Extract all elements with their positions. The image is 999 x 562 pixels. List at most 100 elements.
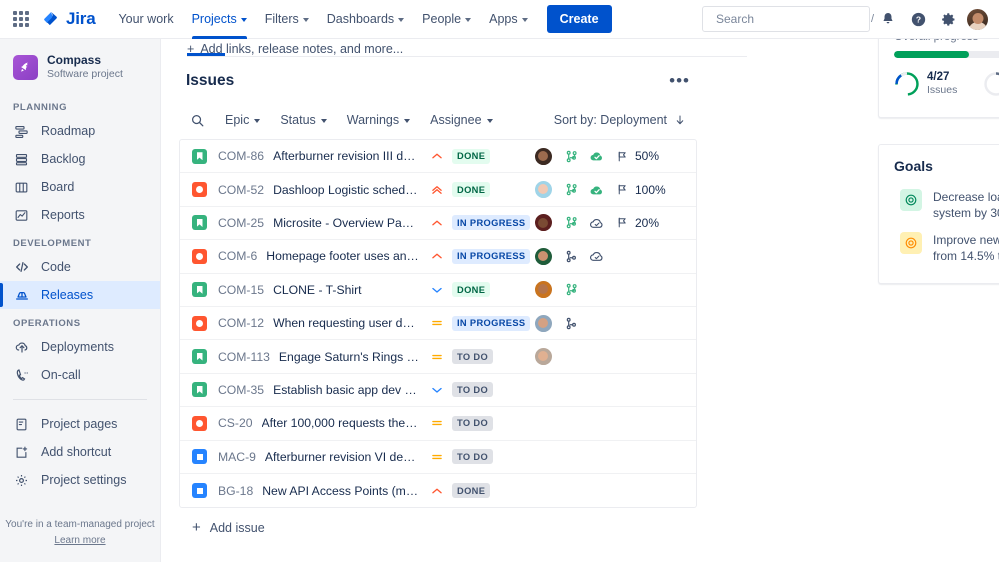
issue-summary[interactable]: Establish basic app dev framework bbox=[273, 383, 420, 397]
issue-summary[interactable]: Homepage footer uses an inline... bbox=[266, 249, 420, 263]
issue-row[interactable]: COM-52 Dashloop Logistic schedule email..… bbox=[180, 173, 696, 207]
issue-status-cell[interactable]: DONE bbox=[448, 483, 528, 499]
deployment-success-icon[interactable] bbox=[589, 182, 605, 198]
status-badge[interactable]: TO DO bbox=[452, 349, 494, 365]
issue-key[interactable]: COM-52 bbox=[218, 183, 264, 197]
search-input[interactable] bbox=[716, 12, 871, 26]
status-badge[interactable]: DONE bbox=[452, 148, 491, 164]
issue-key[interactable]: COM-6 bbox=[218, 249, 257, 263]
issue-summary[interactable]: When requesting user details the... bbox=[273, 316, 420, 330]
sidebar-item-deployments[interactable]: Deployments bbox=[0, 333, 160, 361]
status-badge[interactable]: DONE bbox=[452, 182, 491, 198]
deployment-success-icon[interactable] bbox=[589, 148, 605, 164]
issue-summary[interactable]: CLONE - T-Shirt bbox=[273, 283, 362, 297]
branch-merged-icon[interactable] bbox=[564, 182, 579, 197]
nav-item-your-work[interactable]: Your work bbox=[109, 0, 182, 39]
branch-open-icon[interactable] bbox=[564, 316, 579, 331]
issue-status-cell[interactable]: TO DO bbox=[448, 349, 528, 365]
issue-status-cell[interactable]: TO DO bbox=[448, 449, 528, 465]
assignee-avatar[interactable] bbox=[533, 280, 553, 300]
issue-key[interactable]: COM-35 bbox=[218, 383, 264, 397]
add-issue-button[interactable]: + Add issue bbox=[170, 508, 706, 535]
issue-status-cell[interactable]: IN PROGRESS bbox=[448, 315, 531, 331]
issue-row[interactable]: CS-20 After 100,000 requests the SeeSpace… bbox=[180, 407, 696, 441]
branch-open-icon[interactable] bbox=[564, 249, 579, 264]
issue-row[interactable]: COM-35 Establish basic app dev framework T… bbox=[180, 374, 696, 408]
nav-item-people[interactable]: People bbox=[413, 0, 480, 39]
notifications-icon[interactable] bbox=[876, 7, 900, 31]
issue-status-cell[interactable]: IN PROGRESS bbox=[448, 215, 531, 231]
issue-row[interactable]: COM-86 Afterburner revision III demo DONE 5… bbox=[180, 140, 696, 174]
issue-row[interactable]: BG-18 New API Access Points (mobile optim… bbox=[180, 474, 696, 507]
jira-logo[interactable]: Jira bbox=[42, 9, 96, 29]
sidebar-item-releases[interactable]: Releases bbox=[0, 281, 160, 309]
issue-summary[interactable]: Microsite - Overview Page... bbox=[273, 216, 420, 230]
goal-item[interactable]: Decrease load time of the travel system … bbox=[894, 184, 999, 227]
issue-key[interactable]: CS-20 bbox=[218, 416, 253, 430]
gear-icon[interactable] bbox=[936, 7, 960, 31]
app-switcher-icon[interactable] bbox=[10, 8, 32, 30]
nav-item-filters[interactable]: Filters bbox=[256, 0, 318, 39]
sidebar-item-roadmap[interactable]: Roadmap bbox=[0, 117, 160, 145]
issue-row[interactable]: COM-25 Microsite - Overview Page... IN PRO… bbox=[180, 207, 696, 241]
branch-merged-icon[interactable] bbox=[564, 149, 579, 164]
issue-status-cell[interactable]: DONE bbox=[448, 182, 528, 198]
sidebar-item-project-settings[interactable]: Project settings bbox=[0, 466, 160, 494]
sidebar-item-code[interactable]: Code bbox=[0, 253, 160, 281]
branch-merged-icon[interactable] bbox=[564, 282, 579, 297]
assignee-avatar[interactable] bbox=[533, 213, 553, 233]
issue-key[interactable]: MAC-9 bbox=[218, 450, 256, 464]
status-badge[interactable]: IN PROGRESS bbox=[452, 215, 531, 231]
assignee-avatar[interactable] bbox=[533, 313, 553, 333]
goal-item[interactable]: Improve new travel user conversion from … bbox=[894, 227, 999, 270]
status-badge[interactable]: TO DO bbox=[452, 415, 494, 431]
issue-status-cell[interactable]: TO DO bbox=[448, 415, 528, 431]
assignee-avatar[interactable] bbox=[533, 246, 553, 266]
issue-summary[interactable]: Dashloop Logistic schedule email... bbox=[273, 183, 420, 197]
issue-status-cell[interactable]: IN PROGRESS bbox=[448, 248, 531, 264]
filter-status[interactable]: Status bbox=[272, 108, 334, 132]
issue-summary[interactable]: After 100,000 requests the SeeSpaceEZ... bbox=[262, 416, 420, 430]
release-notes-row[interactable]: + Add links, release notes, and more... bbox=[187, 39, 747, 57]
issue-row[interactable]: COM-6 Homepage footer uses an inline... IN… bbox=[180, 240, 696, 274]
issue-key[interactable]: COM-12 bbox=[218, 316, 264, 330]
assignee-avatar[interactable] bbox=[533, 146, 553, 166]
issue-row[interactable]: MAC-9 Afterburner revision VI design TO DO bbox=[180, 441, 696, 474]
issue-key[interactable]: BG-18 bbox=[218, 484, 253, 498]
deployment-pending-icon[interactable] bbox=[589, 248, 605, 264]
issue-status-cell[interactable]: DONE bbox=[448, 148, 528, 164]
issue-key[interactable]: COM-15 bbox=[218, 283, 264, 297]
sidebar-item-reports[interactable]: Reports bbox=[0, 201, 160, 229]
status-badge[interactable]: IN PROGRESS bbox=[452, 315, 531, 331]
issue-row[interactable]: COM-15 CLONE - T-Shirt DONE bbox=[180, 274, 696, 307]
sort-by-control[interactable]: Sort by: Deployment bbox=[546, 108, 694, 132]
status-badge[interactable]: IN PROGRESS bbox=[452, 248, 531, 264]
sidebar-item-project-pages[interactable]: Project pages bbox=[0, 410, 160, 438]
filter-epic[interactable]: Epic bbox=[217, 108, 268, 132]
issue-row[interactable]: COM-113 Engage Saturn's Rings Resort as a… bbox=[180, 340, 696, 374]
branch-merged-icon[interactable] bbox=[564, 215, 579, 230]
learn-more-link[interactable]: Learn more bbox=[0, 534, 160, 548]
nav-item-dashboards[interactable]: Dashboards bbox=[318, 0, 413, 39]
nav-item-apps[interactable]: Apps bbox=[480, 0, 537, 39]
user-avatar[interactable] bbox=[966, 7, 989, 31]
status-badge[interactable]: DONE bbox=[452, 483, 491, 499]
assignee-avatar[interactable] bbox=[533, 180, 553, 200]
status-badge[interactable]: TO DO bbox=[452, 449, 494, 465]
status-badge[interactable]: DONE bbox=[452, 282, 491, 298]
issue-summary[interactable]: Afterburner revision VI design bbox=[265, 450, 420, 464]
issue-summary[interactable]: New API Access Points (mobile optimized) bbox=[262, 484, 420, 498]
create-button[interactable]: Create bbox=[546, 5, 612, 33]
search-issues-button[interactable] bbox=[182, 108, 213, 133]
help-icon[interactable]: ? bbox=[906, 7, 930, 31]
global-search[interactable]: / bbox=[702, 6, 874, 32]
issue-summary[interactable]: Engage Saturn's Rings Resort as a... bbox=[279, 350, 420, 364]
project-header[interactable]: Compass Software project bbox=[0, 49, 160, 93]
sidebar-item-board[interactable]: Board bbox=[0, 173, 160, 201]
deployment-pending-icon[interactable] bbox=[589, 215, 605, 231]
nav-item-projects[interactable]: Projects bbox=[183, 0, 256, 39]
filter-warnings[interactable]: Warnings bbox=[339, 108, 418, 132]
status-badge[interactable]: TO DO bbox=[452, 382, 494, 398]
issue-key[interactable]: COM-113 bbox=[218, 350, 270, 364]
issue-key[interactable]: COM-86 bbox=[218, 149, 264, 163]
